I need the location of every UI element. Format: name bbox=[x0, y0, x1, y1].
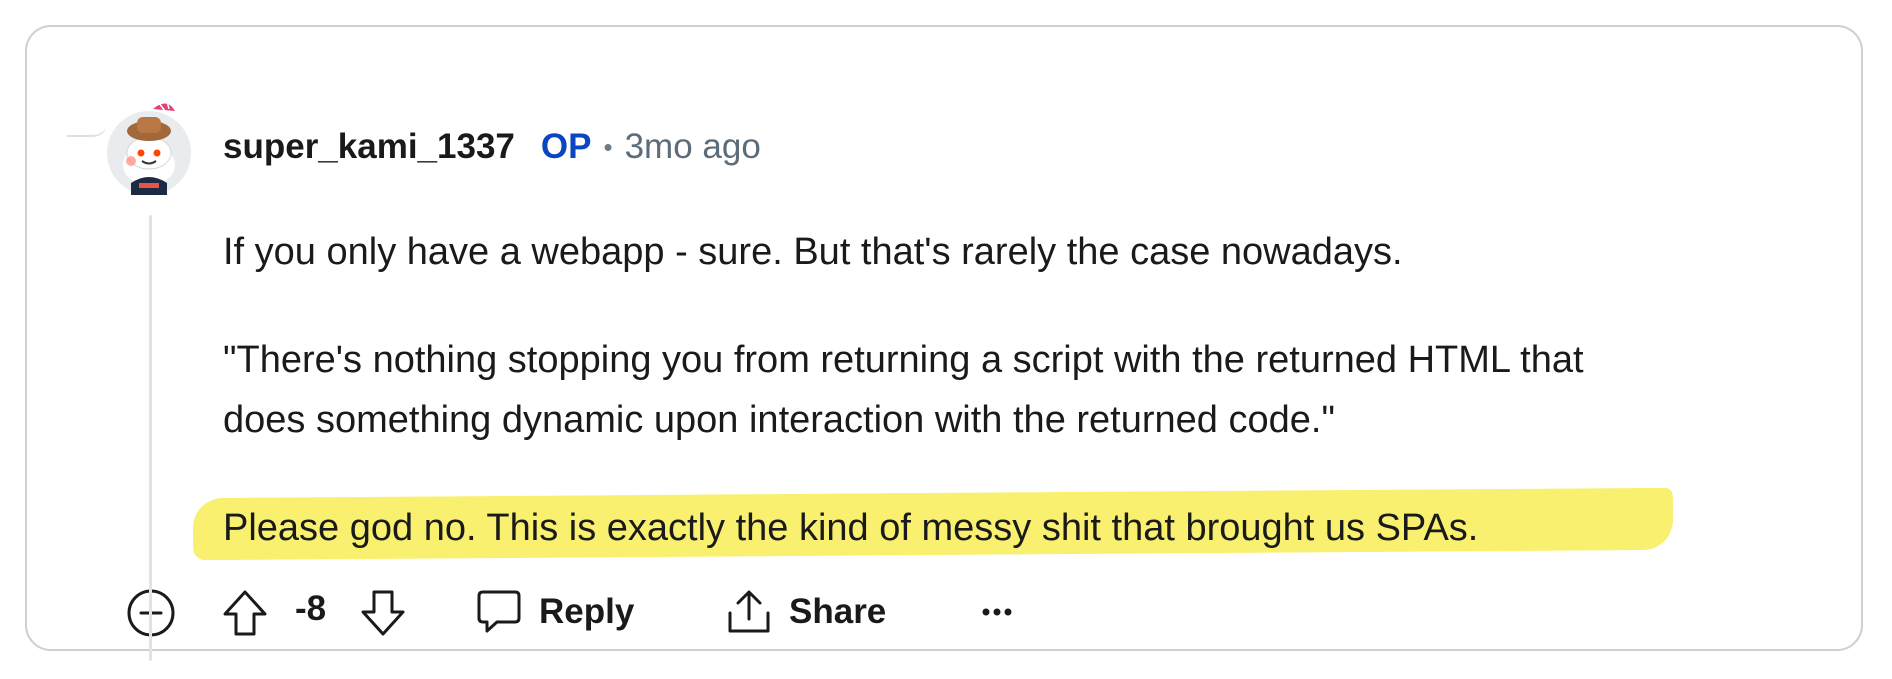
speech-bubble-icon bbox=[475, 587, 523, 637]
downvote-arrow-icon bbox=[359, 587, 407, 639]
comment-actions: -8 Reply Share bbox=[125, 587, 1125, 643]
reply-label: Reply bbox=[539, 592, 635, 631]
meta-separator: • bbox=[603, 131, 613, 162]
comment-quote-line: "There's nothing stopping you from retur… bbox=[223, 339, 1584, 381]
share-label: Share bbox=[789, 592, 887, 631]
upvote-arrow-icon bbox=[221, 587, 269, 639]
thread-connector bbox=[67, 123, 107, 137]
username[interactable]: super_kami_1337 bbox=[223, 127, 515, 167]
more-dots-icon bbox=[977, 597, 1017, 627]
thread-line[interactable] bbox=[149, 215, 152, 661]
share-button[interactable]: Share bbox=[725, 587, 886, 637]
comment-card: super_kami_1337 OP • 3mo ago If you only… bbox=[25, 25, 1863, 661]
share-upload-icon bbox=[725, 587, 773, 637]
reply-button[interactable]: Reply bbox=[475, 587, 634, 637]
upvote-button[interactable] bbox=[221, 587, 269, 639]
comment-quote-line: does something dynamic upon interaction … bbox=[223, 399, 1335, 441]
downvote-button[interactable] bbox=[359, 587, 407, 639]
vote-score: -8 bbox=[295, 589, 327, 628]
comment-paragraph: If you only have a webapp - sure. But th… bbox=[223, 231, 1403, 273]
op-badge: OP bbox=[540, 127, 592, 166]
timestamp[interactable]: 3mo ago bbox=[625, 127, 761, 167]
avatar[interactable] bbox=[105, 95, 195, 195]
comment-paragraph-highlighted: Please god no. This is exactly the kind … bbox=[223, 507, 1479, 549]
more-options-button[interactable] bbox=[977, 597, 1017, 627]
comment-header: super_kami_1337 OP • 3mo ago bbox=[223, 127, 761, 167]
